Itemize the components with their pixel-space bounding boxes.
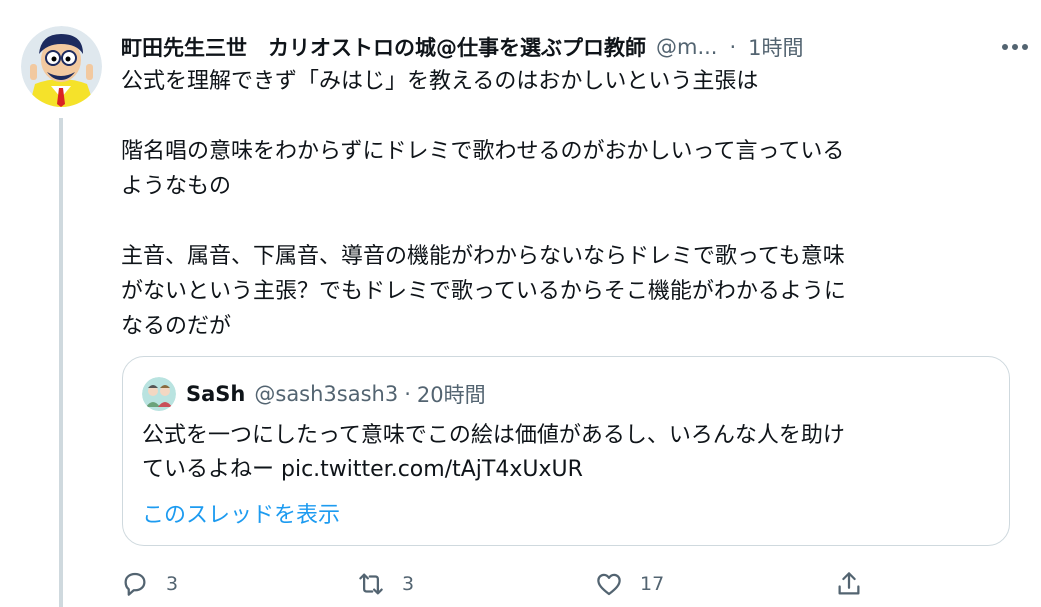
quoted-tweet-header: SaSh @sash3sash3 · 20時間 <box>142 377 486 411</box>
quoted-header-separator: · <box>404 382 411 406</box>
quoted-pic-link[interactable]: pic.twitter.com/tAjT4xUxUR <box>281 457 583 482</box>
show-thread-link[interactable]: このスレッドを表示 <box>142 497 340 529</box>
share-button[interactable] <box>834 566 864 602</box>
thread-connector-line <box>59 118 63 607</box>
quoted-author-handle[interactable]: @sash3sash3 <box>254 382 398 406</box>
reply-button[interactable]: 3 <box>120 566 178 602</box>
quoted-author-avatar <box>142 377 176 411</box>
reply-count: 3 <box>166 573 179 595</box>
cartoon-man-avatar-icon <box>21 26 102 107</box>
retweet-button[interactable]: 3 <box>356 566 414 602</box>
retweet-count: 3 <box>402 573 415 595</box>
quoted-tweet-timestamp[interactable]: 20時間 <box>417 379 486 409</box>
quoted-tweet-text: 公式を一つにしたって意味でこの絵は価値があるし、いろんな人を助け ているよねー … <box>142 419 992 487</box>
group-avatar-icon <box>142 377 176 411</box>
tweet-body-text: 公式を理解できず「みはじ」を教えるのはおかしいという主張は 階名唱の意味をわから… <box>121 69 846 339</box>
quoted-author-display-name[interactable]: SaSh <box>186 382 245 406</box>
reply-icon <box>124 572 146 596</box>
more-options-button[interactable] <box>999 32 1031 62</box>
quoted-tweet-card[interactable]: SaSh @sash3sash3 · 20時間 公式を一つにしたって意味でこの絵… <box>122 356 1010 546</box>
retweet-icon <box>359 573 383 595</box>
tweet-action-bar: 3 3 17 <box>120 566 880 602</box>
author-avatar[interactable] <box>21 26 102 107</box>
like-count: 17 <box>640 573 665 595</box>
tweet-header: 町田先生三世 カリオストロの城@仕事を選ぶプロ教師 @m... · 1時間 <box>121 30 1031 64</box>
heart-icon <box>597 573 621 596</box>
like-button[interactable]: 17 <box>594 566 664 602</box>
author-handle[interactable]: @m... <box>656 35 717 59</box>
share-icon <box>838 572 860 595</box>
more-dots-icon <box>1002 44 1028 50</box>
tweet-timestamp[interactable]: 1時間 <box>748 32 803 62</box>
header-separator: · <box>729 35 737 59</box>
author-display-name[interactable]: 町田先生三世 カリオストロの城@仕事を選ぶプロ教師 <box>121 32 646 62</box>
